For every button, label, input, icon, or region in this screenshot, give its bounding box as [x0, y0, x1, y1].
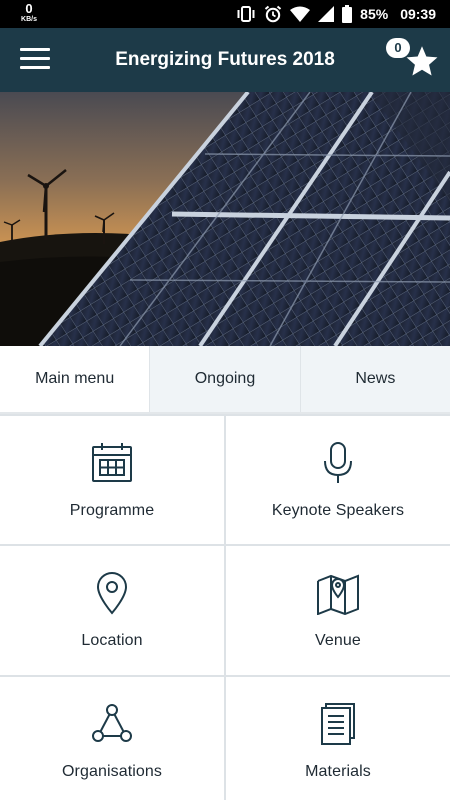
favorites-button[interactable]: 0: [384, 38, 444, 84]
menu-item-label: Keynote Speakers: [271, 502, 405, 519]
menu-item-location[interactable]: Location: [0, 546, 224, 675]
favorites-count-badge: 0: [386, 38, 410, 58]
menu-item-label: Location: [81, 632, 143, 649]
wifi-icon: [290, 6, 311, 22]
signal-icon: [318, 6, 335, 22]
page-title: Energizing Futures 2018: [115, 49, 335, 70]
documents-icon: [315, 701, 361, 747]
network-speed-value: 0: [25, 1, 33, 16]
hamburger-menu-button[interactable]: [20, 48, 50, 72]
folded-map-icon: [315, 570, 361, 616]
tab-ongoing[interactable]: Ongoing: [150, 346, 301, 412]
alarm-icon: [265, 5, 282, 23]
tab-main-menu[interactable]: Main menu: [0, 346, 151, 412]
tab-bar: Main menu Ongoing News: [0, 346, 450, 414]
menu-item-programme[interactable]: Programme: [0, 416, 224, 544]
map-pin-icon: [89, 570, 135, 616]
status-icons: 85% 09:39: [236, 0, 436, 28]
hamburger-line: [20, 66, 50, 69]
menu-item-label: Venue: [315, 632, 361, 649]
microphone-icon: [315, 440, 361, 486]
menu-item-label: Materials: [305, 763, 371, 780]
hamburger-line: [20, 57, 50, 60]
battery-icon: [342, 5, 353, 23]
battery-percent: 85%: [360, 6, 389, 22]
network-speed: 0 KB/s: [16, 2, 42, 23]
menu-item-materials[interactable]: Materials: [226, 677, 450, 800]
calendar-icon: [89, 440, 135, 486]
menu-item-keynote-speakers[interactable]: Keynote Speakers: [226, 416, 450, 544]
clock: 09:39: [400, 6, 436, 22]
menu-item-label: Programme: [69, 502, 155, 519]
hero-image: [0, 92, 450, 346]
tab-news[interactable]: News: [300, 346, 450, 412]
app-bar: Energizing Futures 2018 0: [0, 28, 450, 92]
network-speed-unit: KB/s: [21, 16, 37, 23]
menu-grid: Programme Keynote Speakers Location Venu…: [0, 414, 450, 800]
menu-item-venue[interactable]: Venue: [226, 546, 450, 675]
menu-item-label: Organisations: [61, 763, 163, 780]
status-bar: 0 KB/s 85% 09:39: [0, 0, 450, 28]
menu-item-organisations[interactable]: Organisations: [0, 677, 224, 800]
hamburger-menu-icon: [20, 48, 50, 51]
vibrate-icon: [237, 6, 255, 22]
network-icon: [89, 701, 135, 747]
